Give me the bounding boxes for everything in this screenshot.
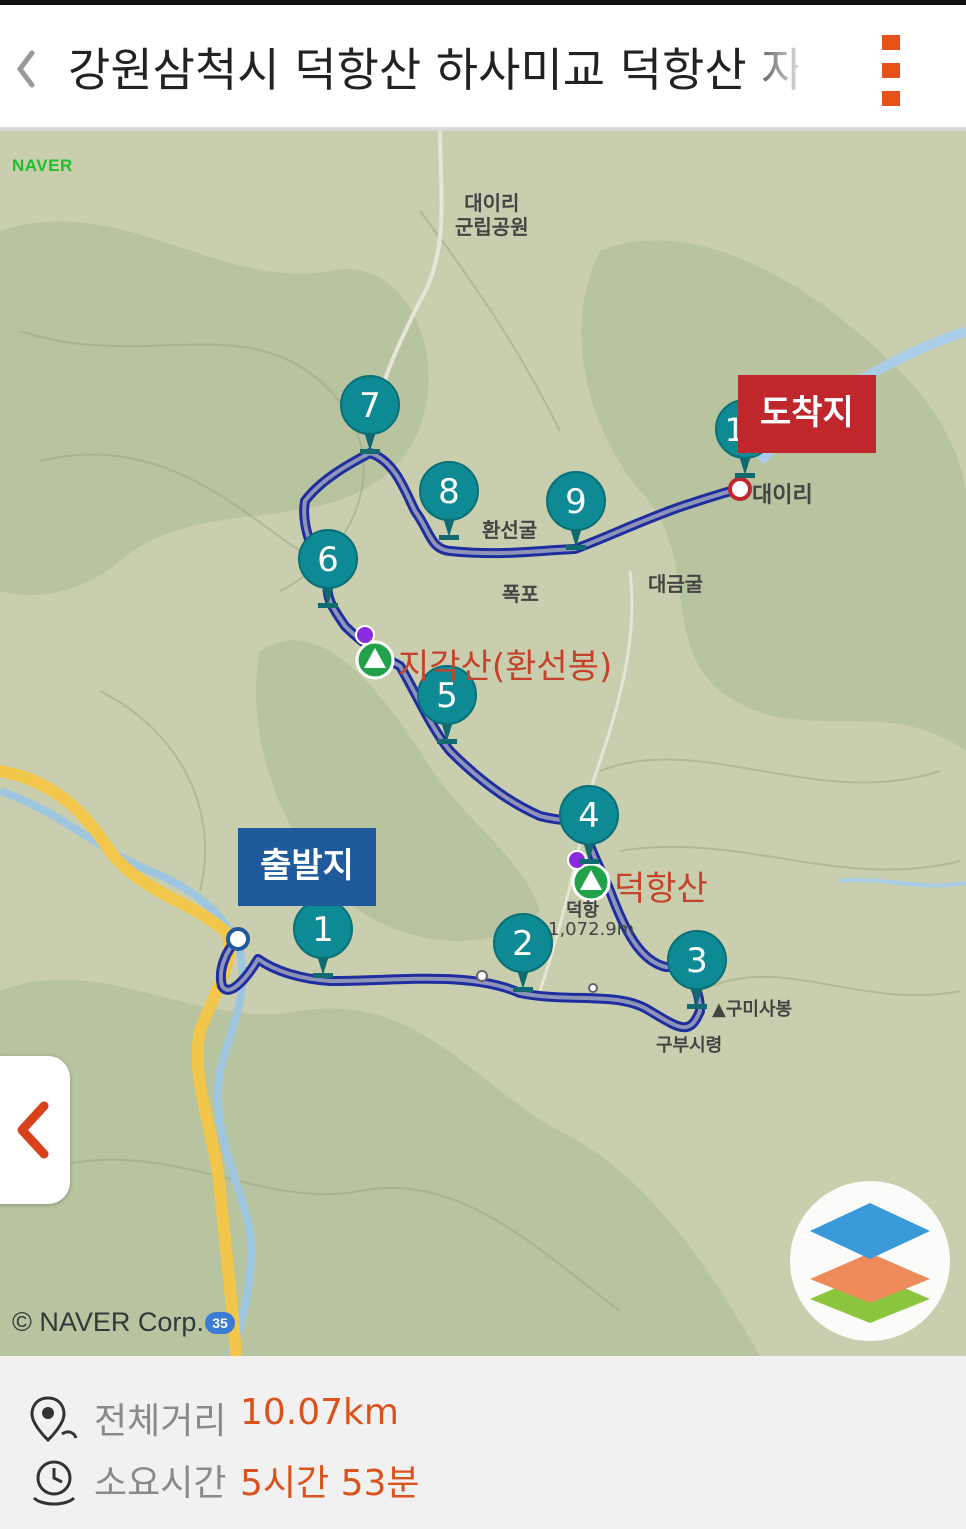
chevron-left-icon[interactable] <box>0 1056 70 1204</box>
naver-logo: NAVER <box>12 156 73 175</box>
layers-icon <box>810 1203 930 1323</box>
vertical-dots-menu-icon[interactable] <box>872 35 912 111</box>
distance-value: 10.07km <box>240 1392 399 1433</box>
peak-label-deokhangsan: 덕항산 <box>614 869 708 909</box>
waypoint-number: 1 <box>312 910 334 950</box>
place-daeiri: 대이리 <box>752 483 813 508</box>
small-point-icon <box>476 970 488 982</box>
place-elevation: 1,072.9m <box>548 919 635 940</box>
route-pin-icon <box>30 1396 78 1443</box>
waypoint-number: 9 <box>565 482 587 522</box>
page-title: 강원삼척시 덕항산 하사미교 덕항산 자 <box>68 43 798 97</box>
place-daegeumgul: 대금굴 <box>648 572 704 596</box>
route-summary: 전체거리 10.07km 소요시간 5시간 53분 <box>0 1356 966 1529</box>
waypoint-number: 4 <box>578 796 600 836</box>
end-label: 도착지 <box>738 375 876 453</box>
place-pokpo: 폭포 <box>502 582 539 606</box>
waypoint-number: 7 <box>359 386 381 426</box>
small-point-icon-2 <box>588 983 598 993</box>
map-view[interactable]: 12345678910 NAVER 출발지 도착지 대이리 군립공원 환선굴 폭… <box>0 131 966 1356</box>
map-copyright: © NAVER Corp. <box>12 1307 204 1337</box>
end-point-icon[interactable] <box>728 477 752 501</box>
road-number-badge: 35 <box>205 1312 235 1334</box>
waypoint-number: 2 <box>512 924 534 964</box>
side-panel-toggle[interactable] <box>0 1056 70 1204</box>
place-gusiryeong: 구부시령 <box>656 1035 723 1056</box>
layers-button[interactable] <box>790 1181 950 1341</box>
place-gumisabong: ▲구미사봉 <box>712 999 793 1020</box>
title-fade <box>740 35 810 109</box>
start-label: 출발지 <box>238 828 376 906</box>
place-hwanseongul: 환선굴 <box>482 518 538 542</box>
clock-icon <box>32 1460 76 1506</box>
map-canvas[interactable]: 12345678910 <box>0 131 966 1356</box>
time-value: 5시간 53분 <box>240 1463 420 1504</box>
peak-label-jigaksan: 지각산(환선봉) <box>398 647 613 687</box>
waypoint-number: 8 <box>438 472 460 512</box>
app-header: 강원삼척시 덕항산 하사미교 덕항산 자 <box>0 5 966 131</box>
time-label: 소요시간 <box>94 1463 227 1504</box>
waypoint-number: 6 <box>317 540 339 580</box>
distance-label: 전체거리 <box>94 1401 227 1442</box>
chevron-left-icon[interactable] <box>6 39 46 99</box>
place-park: 대이리 군립공원 <box>455 191 529 239</box>
start-point-icon[interactable] <box>226 927 250 951</box>
waypoint-number: 3 <box>686 941 708 981</box>
